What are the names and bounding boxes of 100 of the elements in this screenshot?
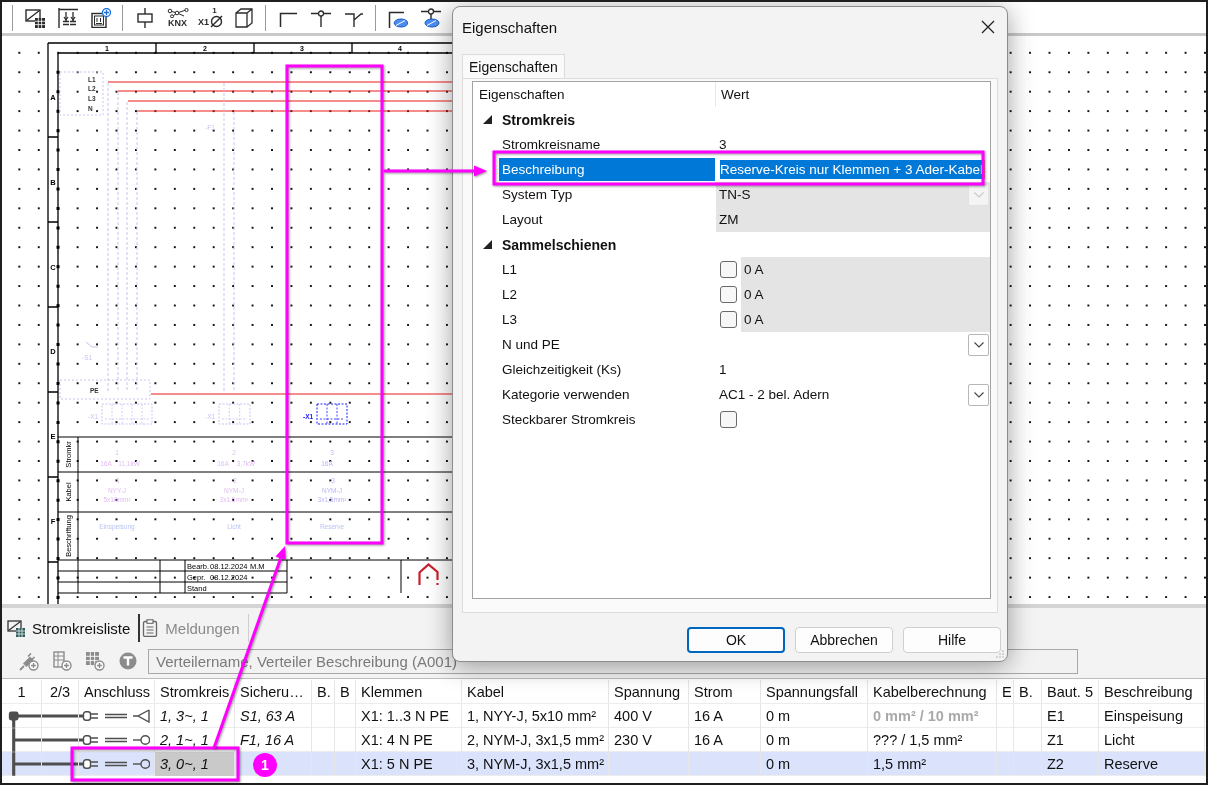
clipboard-icon: [142, 619, 159, 637]
property-value: 3: [718, 136, 728, 154]
plug-plus-button[interactable]: [19, 651, 39, 671]
property-value: 0 A: [741, 307, 990, 332]
column-header[interactable]: Stromkreis: [155, 680, 235, 703]
ok-button[interactable]: OK: [687, 627, 785, 653]
column-header[interactable]: B.: [312, 680, 335, 703]
dialog-tab[interactable]: Eigenschaften: [462, 54, 565, 78]
plug-icon: [79, 711, 99, 721]
column-header[interactable]: Eigenschaften: [473, 82, 715, 107]
dropdown-field[interactable]: AC1 - 2 bel. Adern: [716, 382, 990, 407]
property-name[interactable]: System Typ: [499, 183, 715, 206]
plug-icon: [79, 759, 99, 769]
checkbox[interactable]: [720, 286, 737, 303]
connector-line-icon: [42, 762, 78, 766]
sheet-table-icon: [7, 619, 25, 637]
checkbox[interactable]: [720, 411, 737, 428]
switch-symbol: [85, 341, 99, 348]
network-nodes-icon: [166, 7, 189, 18]
property-name[interactable]: L2: [499, 283, 715, 306]
resize-grip-icon[interactable]: [995, 649, 1004, 658]
expander-icon[interactable]: [483, 115, 492, 124]
property-name[interactable]: L1: [499, 258, 715, 281]
table-row[interactable]: 1, 3~, 1 S1, 63 A X1: 1..3 N PE 1, NYY-J, 5x10 mm² 400 V 16 A 0 m 0 mm² / 10 mm² E1 Einspeisung: [2, 704, 1206, 728]
chevron-down-icon: [973, 341, 984, 348]
table-cell: 1, NYY-J, 5x10 mm²: [462, 704, 609, 728]
column-header[interactable]: Spannung: [609, 680, 689, 703]
table-cell: 0 m: [761, 704, 868, 728]
property-name[interactable]: Layout: [499, 208, 715, 231]
property-name[interactable]: Beschreibung: [499, 158, 715, 181]
dialog-title: Eigenschaften: [462, 18, 558, 36]
table-cell: Einspeisung: [1099, 704, 1205, 728]
column-header[interactable]: Klemmen: [356, 680, 462, 703]
property-name[interactable]: Gleichzeitigkeit (Ks): [499, 358, 715, 381]
table-cell: 3, NYM-J, 3x1,5 mm²: [462, 752, 609, 776]
property-name[interactable]: N und PE: [499, 333, 715, 356]
table-cell: E1: [1042, 704, 1099, 728]
panel-tab[interactable]: Stromkreisliste: [5, 614, 141, 642]
column-header[interactable]: Kabel: [462, 680, 609, 703]
connector-line-icon: [42, 714, 78, 718]
table-cell: S1, 63 A: [235, 704, 312, 728]
table-cell: 0 mm² / 10 mm²: [868, 704, 997, 728]
column-header[interactable]: Strom: [689, 680, 761, 703]
busbar-label-frame: [59, 71, 104, 116]
table-add-button[interactable]: [52, 651, 72, 671]
column-header[interactable]: 1: [2, 680, 42, 703]
table-cell: 16 A: [689, 704, 761, 728]
knx-button[interactable]: KNX: [161, 2, 194, 33]
plug-plus-icon: [19, 651, 39, 671]
category-label[interactable]: Sammelschienen: [502, 236, 617, 253]
property-value: 1: [718, 361, 728, 379]
slashed-circle-icon: [210, 15, 223, 28]
circle-t-icon: [118, 651, 138, 671]
chevron-down-icon: [973, 391, 984, 398]
column-header[interactable]: Spannungsfall: [761, 680, 868, 703]
dropdown-field[interactable]: TN-S: [716, 182, 990, 207]
table-cell: X1: 5 N PE: [356, 752, 462, 776]
property-value: ZM: [716, 207, 990, 232]
junction-ellipse-icon: [420, 7, 441, 28]
table-add-icon: [52, 651, 72, 671]
table-cell: 3, 0~, 1: [155, 752, 235, 776]
column-header[interactable]: Beschreibung: [1099, 680, 1205, 703]
checkbox[interactable]: [720, 311, 737, 328]
column-header[interactable]: Baut. 5: [1042, 680, 1099, 703]
column-header[interactable]: E: [997, 680, 1014, 703]
square-plus-icon: [90, 7, 111, 28]
table-cell: X1: 1..3 N PE: [356, 704, 462, 728]
connector-line-icon: [42, 738, 78, 742]
property-name[interactable]: Steckbarer Stromkreis: [499, 408, 715, 431]
double-line-icon: [105, 713, 127, 719]
expander-icon[interactable]: [483, 240, 492, 249]
property-name[interactable]: Stromkreisname: [499, 133, 715, 156]
grid-add-button[interactable]: [85, 651, 105, 671]
checkbox[interactable]: [720, 261, 737, 278]
category-label[interactable]: Stromkreis: [502, 111, 576, 128]
column-header[interactable]: B.: [1014, 680, 1042, 703]
table-cell: 400 V: [609, 704, 689, 728]
column-header[interactable]: Sicheru…: [235, 680, 312, 703]
column-header[interactable]: 2/3: [42, 680, 79, 703]
grid-add-icon: [85, 651, 105, 671]
chevron-down-icon: [973, 191, 984, 198]
column-header[interactable]: Anschluss: [79, 680, 155, 703]
dialog-button[interactable]: Abbrechen: [795, 627, 893, 653]
table-cell: 1, 3~, 1: [155, 704, 235, 728]
property-name[interactable]: Kategorie verwenden: [499, 383, 715, 406]
dialog-button[interactable]: Hilfe: [903, 627, 1001, 653]
sheet-table-icon: [24, 7, 45, 28]
circle-t-button[interactable]: [118, 651, 138, 671]
text-input[interactable]: Reserve-Kreis nur Klemmen + 3 Ader-Kabel: [717, 158, 982, 181]
column-header[interactable]: Wert: [715, 82, 990, 107]
close-icon: [981, 20, 995, 34]
column-header[interactable]: Kabelberechnung: [868, 680, 997, 703]
table-cell: 0 m: [761, 752, 868, 776]
property-value: 0 A: [741, 282, 990, 307]
property-name[interactable]: L3: [499, 308, 715, 331]
column-header[interactable]: B: [335, 680, 356, 703]
terminal-button[interactable]: 1 X1: [194, 2, 227, 33]
double-line-icon: [105, 761, 127, 767]
box-icon: [234, 7, 253, 28]
house-outline-icon: [418, 563, 439, 587]
